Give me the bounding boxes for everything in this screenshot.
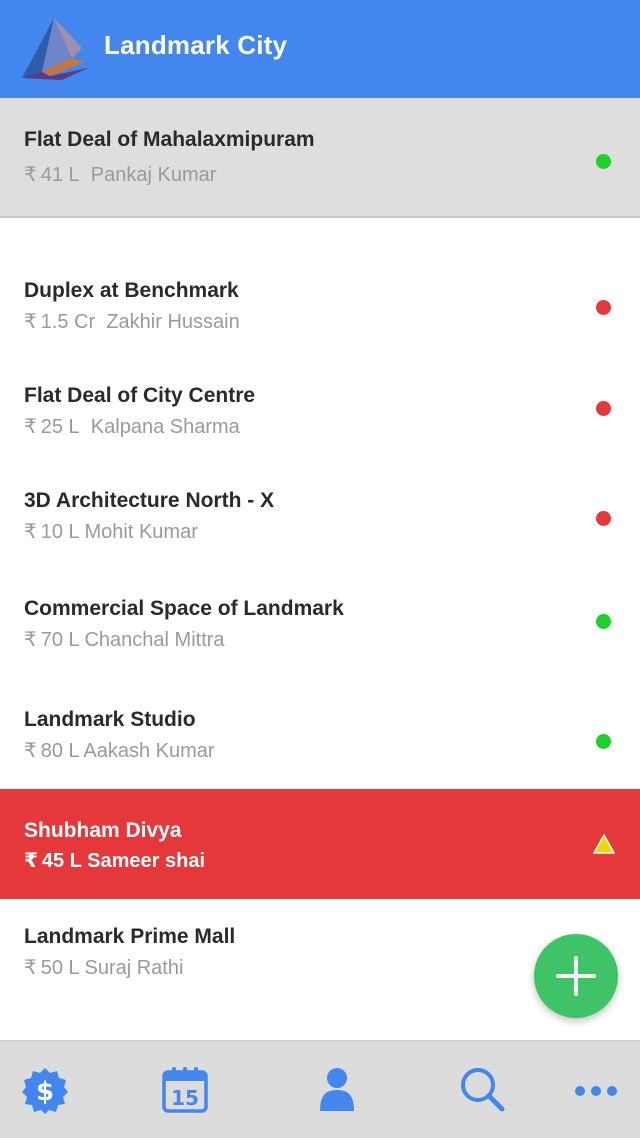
- deal-title: Commercial Space of Landmark: [24, 597, 344, 620]
- deal-person: Aakash Kumar: [83, 740, 215, 762]
- status-dot-green: [596, 734, 611, 749]
- deal-subtitle: ₹25 L Kalpana Sharma: [24, 414, 240, 439]
- deal-subtitle: ₹41 L Pankaj Kumar: [24, 162, 216, 187]
- app-title: Landmark City: [104, 30, 288, 60]
- deal-person: Chanchal Mittra: [84, 629, 225, 651]
- tab-search[interactable]: [458, 1065, 508, 1115]
- deal-title: Flat Deal of Mahalaxmipuram: [24, 128, 315, 151]
- deal-title: Duplex at Benchmark: [24, 279, 239, 302]
- deal-title: Landmark Studio: [24, 708, 196, 731]
- deal-amount: 80 L: [40, 740, 79, 762]
- deal-title: 3D Architecture North - X: [24, 489, 275, 512]
- deal-title: Shubham Divya: [24, 819, 182, 842]
- deal-person: Suraj Rathi: [84, 957, 184, 979]
- deal-person: Pankaj Kumar: [90, 164, 217, 186]
- deal-subtitle: ₹80 L Aakash Kumar: [24, 738, 215, 763]
- search-icon: [461, 1068, 505, 1112]
- deal-amount: 1.5 Cr: [40, 311, 96, 333]
- deal-person: Sameer shai: [87, 850, 206, 872]
- calendar-icon: 15: [162, 1067, 208, 1113]
- status-dot-red: [596, 300, 611, 315]
- deal-list-item-alert[interactable]: Shubham Divya ₹45 L Sameer shai: [0, 789, 640, 899]
- deal-list-item[interactable]: Flat Deal of City Centre ₹25 L Kalpana S…: [0, 375, 640, 455]
- status-dot-red: [596, 401, 611, 416]
- deal-subtitle: ₹70 L Chanchal Mittra: [24, 627, 225, 652]
- deal-amount: 45 L: [41, 850, 82, 872]
- deal-list-item-pinned[interactable]: Flat Deal of Mahalaxmipuram ₹41 L Pankaj…: [0, 98, 640, 218]
- tab-profile[interactable]: [312, 1065, 362, 1115]
- status-dot-red: [596, 511, 611, 526]
- deal-amount: 50 L: [40, 957, 79, 979]
- person-icon: [320, 1068, 354, 1111]
- deal-title: Landmark Prime Mall: [24, 925, 236, 948]
- tab-calendar[interactable]: 15: [160, 1065, 210, 1115]
- bottom-tab-bar: $ 15: [0, 1040, 640, 1138]
- landmark-logo-icon: [22, 18, 88, 80]
- tab-deals[interactable]: $: [20, 1065, 70, 1115]
- status-dot-green: [596, 614, 611, 629]
- deal-subtitle: ₹10 L Mohit Kumar: [24, 519, 198, 544]
- rupee-icon: ₹: [24, 309, 37, 333]
- rupee-icon: ₹: [24, 162, 37, 186]
- deal-amount: 41 L: [40, 164, 80, 186]
- app-header: Landmark City: [0, 0, 640, 98]
- svg-text:$: $: [36, 1077, 54, 1107]
- rupee-icon: ₹: [24, 738, 37, 762]
- deal-list-item[interactable]: 3D Architecture North - X ₹10 L Mohit Ku…: [0, 480, 640, 560]
- tab-more[interactable]: [572, 1065, 622, 1115]
- deal-amount: 10 L: [40, 521, 79, 543]
- deal-subtitle: ₹1.5 Cr Zakhir Hussain: [24, 309, 240, 334]
- deal-list-item[interactable]: Commercial Space of Landmark ₹70 L Chanc…: [0, 588, 640, 668]
- status-dot-green: [596, 154, 611, 169]
- deal-amount: 70 L: [40, 629, 79, 651]
- more-icon: [575, 1086, 617, 1096]
- rupee-icon: ₹: [24, 627, 37, 651]
- deal-amount: 25 L: [40, 416, 80, 438]
- rupee-icon: ₹: [24, 519, 37, 543]
- deal-person: Kalpana Sharma: [90, 416, 240, 438]
- rupee-icon: ₹: [24, 414, 37, 438]
- deal-subtitle: ₹45 L Sameer shai: [24, 848, 205, 873]
- deal-subtitle: ₹50 L Suraj Rathi: [24, 955, 183, 980]
- warning-icon: [593, 834, 615, 854]
- rupee-icon: ₹: [24, 955, 37, 979]
- deal-list-item[interactable]: Duplex at Benchmark ₹1.5 Cr Zakhir Hussa…: [0, 270, 640, 350]
- calendar-day-label: 15: [171, 1086, 199, 1110]
- deal-list-item[interactable]: Landmark Studio ₹80 L Aakash Kumar: [0, 699, 640, 779]
- rupee-icon: ₹: [24, 848, 38, 872]
- deal-person: Zakhir Hussain: [106, 311, 240, 333]
- deal-person: Mohit Kumar: [84, 521, 198, 543]
- add-deal-button[interactable]: [534, 934, 618, 1018]
- dollar-badge-icon: $: [22, 1068, 68, 1114]
- deal-title: Flat Deal of City Centre: [24, 384, 256, 407]
